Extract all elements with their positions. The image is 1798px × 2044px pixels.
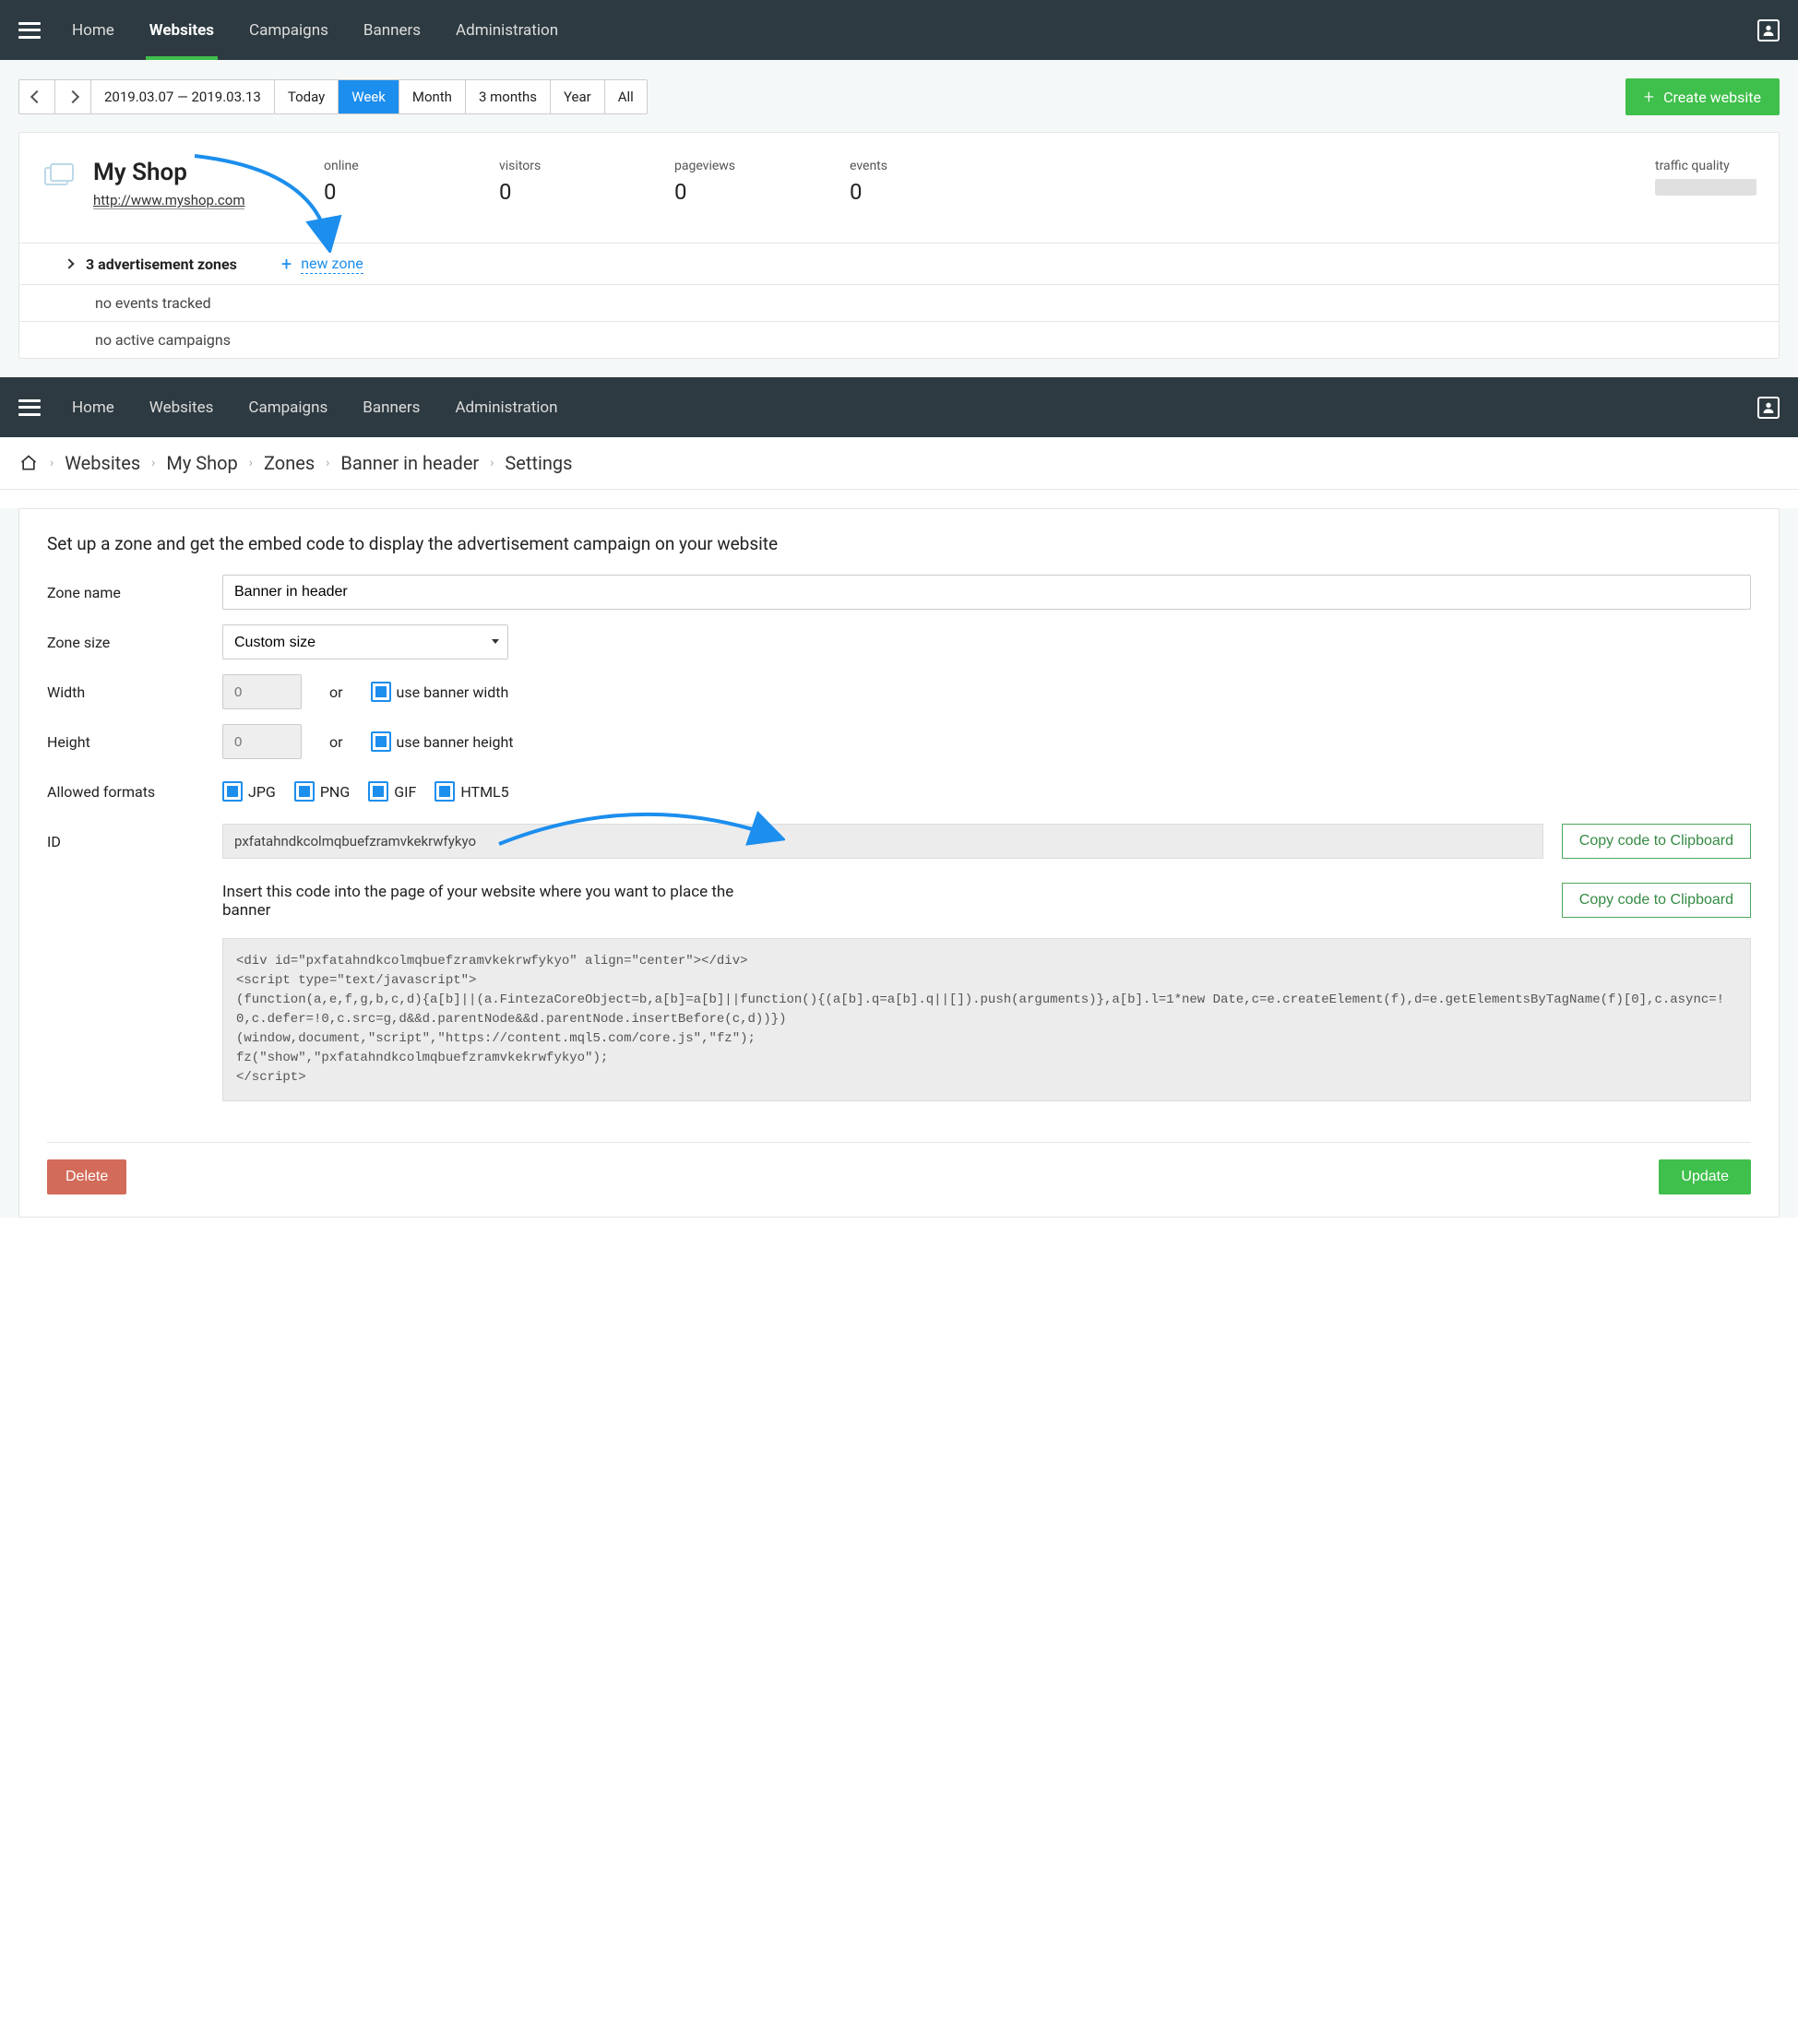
traffic-quality-bar bbox=[1655, 179, 1756, 196]
copy-code-button[interactable]: Copy code to Clipboard bbox=[1562, 883, 1751, 918]
nav-item-home[interactable]: Home bbox=[68, 377, 118, 437]
website-title: My Shop bbox=[93, 159, 305, 186]
breadcrumb-item[interactable]: Zones bbox=[264, 452, 315, 474]
stat-online: online0 bbox=[324, 159, 435, 209]
date-range-display[interactable]: 2019.03.07 — 2019.03.13 bbox=[90, 80, 274, 113]
breadcrumb-item[interactable]: Websites bbox=[65, 452, 140, 474]
chevron-right-icon: › bbox=[326, 456, 329, 470]
dashboard-section: 2019.03.07 — 2019.03.13 TodayWeekMonth3 … bbox=[0, 60, 1798, 377]
settings-heading: Set up a zone and get the embed code to … bbox=[47, 533, 1751, 554]
nav-item-banners[interactable]: Banners bbox=[360, 0, 424, 60]
home-icon[interactable] bbox=[18, 454, 39, 472]
format-gif-checkbox[interactable]: GIF bbox=[368, 781, 416, 802]
nav-item-administration[interactable]: Administration bbox=[452, 0, 562, 60]
stat-events: events0 bbox=[850, 159, 960, 209]
format-png-checkbox[interactable]: PNG bbox=[294, 781, 350, 802]
allowed-formats-label: Allowed formats bbox=[47, 783, 204, 801]
nav-item-campaigns[interactable]: Campaigns bbox=[244, 377, 331, 437]
second-navbar: Home Websites Campaigns Banners Administrati… bbox=[0, 377, 1798, 437]
nav-item-home[interactable]: Home bbox=[68, 0, 118, 60]
zone-size-label: Zone size bbox=[47, 634, 204, 651]
chevron-right-icon: › bbox=[151, 456, 155, 470]
copy-id-button[interactable]: Copy code to Clipboard bbox=[1562, 824, 1751, 859]
width-input bbox=[222, 674, 302, 709]
create-website-label: Create website bbox=[1663, 89, 1761, 106]
breadcrumb-item[interactable]: Settings bbox=[505, 452, 572, 474]
breadcrumb-item[interactable]: My Shop bbox=[166, 452, 237, 474]
nav-item-banners[interactable]: Banners bbox=[359, 377, 423, 437]
period-3-months[interactable]: 3 months bbox=[465, 80, 550, 113]
nav-item-websites[interactable]: Websites bbox=[146, 0, 218, 60]
chevron-right-icon: › bbox=[249, 456, 253, 470]
period-today[interactable]: Today bbox=[275, 80, 338, 113]
create-website-button[interactable]: + Create website bbox=[1625, 78, 1780, 115]
stat-visitors: visitors0 bbox=[499, 159, 610, 209]
chevron-right-icon: › bbox=[50, 456, 54, 470]
period-week[interactable]: Week bbox=[338, 80, 399, 113]
breadcrumb: › Websites › My Shop › Zones › Banner in header… bbox=[0, 437, 1798, 490]
or-label: or bbox=[320, 683, 352, 701]
plus-icon: + bbox=[1644, 88, 1654, 106]
profile-icon[interactable] bbox=[1757, 19, 1780, 42]
date-nav-group: 2019.03.07 — 2019.03.13 bbox=[18, 79, 275, 114]
width-label: Width bbox=[47, 683, 204, 701]
update-button[interactable]: Update bbox=[1659, 1159, 1751, 1194]
id-label: ID bbox=[47, 833, 204, 850]
delete-button[interactable]: Delete bbox=[47, 1159, 126, 1194]
menu-icon[interactable] bbox=[18, 399, 41, 416]
zones-row[interactable]: 3 advertisement zones + new zone bbox=[19, 243, 1779, 284]
format-jpg-checkbox[interactable]: JPG bbox=[222, 781, 276, 802]
traffic-quality-label: traffic quality bbox=[1655, 159, 1756, 173]
zone-id-value: pxfatahndkcolmqbuefzramvkekrwfykyo bbox=[222, 824, 1543, 859]
period-all[interactable]: All bbox=[604, 80, 647, 113]
campaigns-row[interactable]: no active campaigns bbox=[19, 321, 1779, 358]
embed-instruction: Insert this code into the page of your w… bbox=[222, 883, 757, 920]
nav-item-administration[interactable]: Administration bbox=[451, 377, 561, 437]
nav-item-campaigns[interactable]: Campaigns bbox=[245, 0, 332, 60]
menu-icon[interactable] bbox=[18, 22, 41, 39]
website-url-link[interactable]: http://www.myshop.com bbox=[93, 192, 244, 209]
nav-item-websites[interactable]: Websites bbox=[146, 377, 218, 437]
chevron-right-icon: › bbox=[490, 456, 494, 470]
period-year[interactable]: Year bbox=[550, 80, 604, 113]
profile-icon[interactable] bbox=[1757, 397, 1780, 419]
zone-name-input[interactable] bbox=[222, 575, 1751, 610]
embed-code-box[interactable]: <div id="pxfatahndkcolmqbuefzramvkekrwfy… bbox=[222, 938, 1751, 1101]
height-input bbox=[222, 724, 302, 759]
events-row[interactable]: no events tracked bbox=[19, 284, 1779, 321]
top-navbar: Home Websites Campaigns Banners Administrati… bbox=[0, 0, 1798, 60]
new-zone-link[interactable]: new zone bbox=[301, 255, 363, 274]
zone-size-select[interactable]: Custom size bbox=[222, 624, 508, 660]
use-banner-height-checkbox[interactable]: use banner height bbox=[371, 731, 514, 752]
stat-pageviews: pageviews0 bbox=[674, 159, 785, 209]
next-button[interactable] bbox=[54, 80, 90, 113]
period-month[interactable]: Month bbox=[399, 80, 465, 113]
zones-count-label: 3 advertisement zones bbox=[86, 256, 237, 273]
zone-settings-card: Set up a zone and get the embed code to … bbox=[18, 508, 1780, 1218]
date-toolbar: 2019.03.07 — 2019.03.13 TodayWeekMonth3 … bbox=[18, 78, 1780, 115]
breadcrumb-item[interactable]: Banner in header bbox=[340, 452, 479, 474]
chevron-right-icon bbox=[64, 258, 74, 268]
zone-name-label: Zone name bbox=[47, 584, 204, 601]
add-zone-icon[interactable]: + bbox=[281, 253, 292, 275]
height-label: Height bbox=[47, 733, 204, 751]
prev-button[interactable] bbox=[19, 80, 54, 113]
website-icon bbox=[42, 159, 75, 209]
period-group: TodayWeekMonth3 monthsYearAll bbox=[274, 79, 648, 114]
or-label: or bbox=[320, 733, 352, 751]
website-card: My Shop http://www.myshop.com online0 vis… bbox=[18, 132, 1780, 359]
format-html5-checkbox[interactable]: HTML5 bbox=[435, 781, 508, 802]
use-banner-width-checkbox[interactable]: use banner width bbox=[371, 682, 509, 702]
